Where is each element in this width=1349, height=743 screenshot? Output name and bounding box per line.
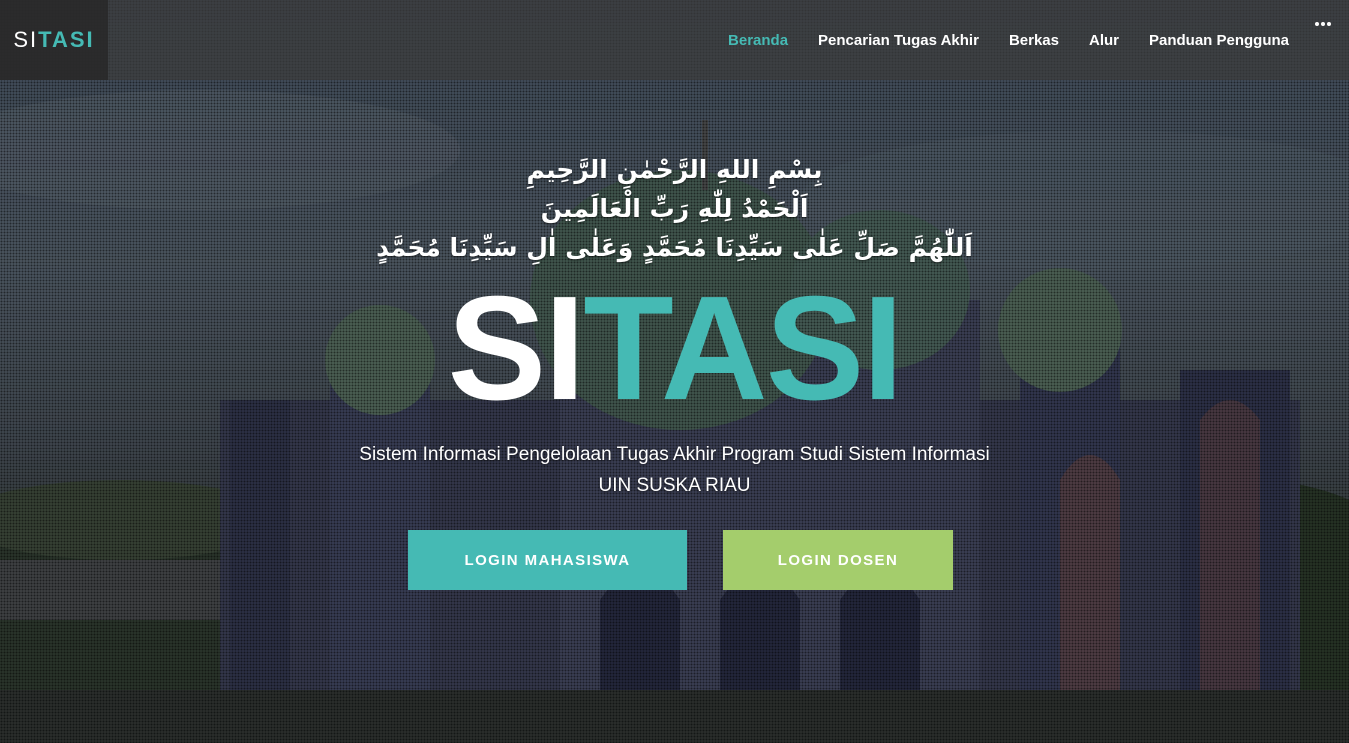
hero-title-tasi: TASI [583, 266, 903, 431]
hero-subtitle-line2: UIN SUSKA RIAU [598, 475, 751, 496]
arabic-hamdalah: اَلْحَمْدُ لِلّٰهِ رَبِّ الْعَالَمِينَ [540, 194, 809, 223]
nav-item-berkas[interactable]: Berkas [1009, 32, 1059, 49]
page: SI TASI Beranda Pencarian Tugas Akhir Ber… [0, 0, 1349, 743]
dot [1321, 22, 1325, 26]
nav-item-pencarian-tugas-akhir[interactable]: Pencarian Tugas Akhir [818, 32, 979, 49]
more-dots-icon[interactable] [1315, 16, 1331, 32]
arabic-basmalah: بِسْمِ اللهِ الرَّحْمٰنِ الرَّحِيمِ [526, 155, 823, 184]
nav-menu: Beranda Pencarian Tugas Akhir Berkas Alu… [728, 0, 1289, 80]
login-mahasiswa-button[interactable]: LOGIN MAHASISWA [408, 530, 687, 590]
login-button-group: LOGIN MAHASISWA LOGIN DOSEN [0, 530, 1349, 590]
login-dosen-button[interactable]: LOGIN DOSEN [723, 530, 953, 590]
hero-subtitle: Sistem Informasi Pengelolaan Tugas Akhir… [0, 439, 1349, 501]
hero-title: SITASI [0, 275, 1349, 423]
nav-item-alur[interactable]: Alur [1089, 32, 1119, 49]
dot [1315, 22, 1319, 26]
hero-title-si: SI [447, 266, 586, 431]
brand-logo[interactable]: SI TASI [0, 0, 108, 80]
top-navbar: SI TASI Beranda Pencarian Tugas Akhir Ber… [0, 0, 1349, 80]
nav-item-panduan-pengguna[interactable]: Panduan Pengguna [1149, 32, 1289, 49]
hero-section: بِسْمِ اللهِ الرَّحْمٰنِ الرَّحِيمِ اَلْ… [0, 80, 1349, 590]
hero-subtitle-line1: Sistem Informasi Pengelolaan Tugas Akhir… [359, 444, 990, 465]
arabic-shalawat: اَللّٰهُمَّ صَلِّ عَلٰى سَيِّدِنَا مُحَم… [376, 233, 973, 262]
dot [1327, 22, 1331, 26]
brand-si-text: SI [13, 27, 39, 52]
nav-item-beranda[interactable]: Beranda [728, 32, 788, 49]
brand-tasi-text: TASI [38, 27, 95, 52]
